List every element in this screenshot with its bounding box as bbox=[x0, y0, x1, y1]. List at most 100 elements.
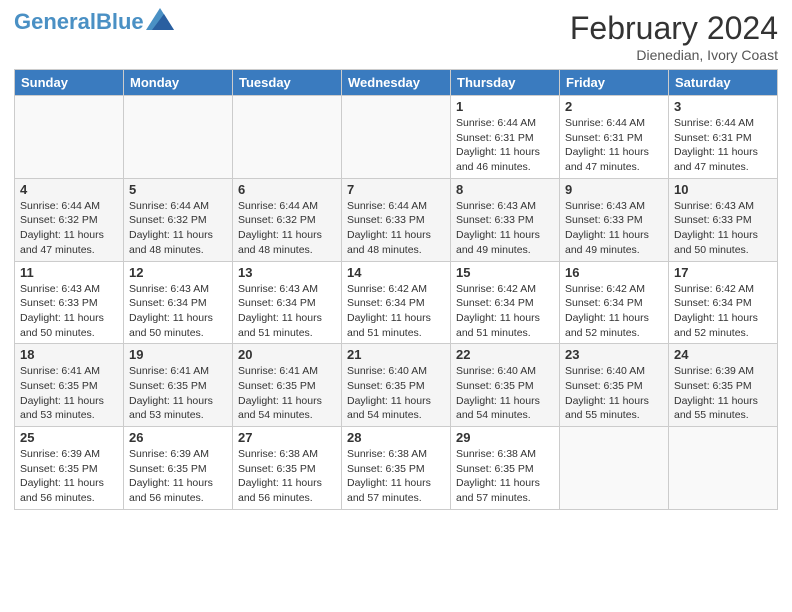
day-info: Sunrise: 6:43 AMSunset: 6:33 PMDaylight:… bbox=[565, 199, 663, 258]
day-number: 28 bbox=[347, 430, 445, 445]
page: GeneralBlue February 2024 Dienedian, Ivo… bbox=[0, 0, 792, 520]
day-number: 14 bbox=[347, 265, 445, 280]
day-info: Sunrise: 6:42 AMSunset: 6:34 PMDaylight:… bbox=[565, 282, 663, 341]
table-cell bbox=[124, 96, 233, 179]
day-number: 3 bbox=[674, 99, 772, 114]
table-cell: 25 Sunrise: 6:39 AMSunset: 6:35 PMDayligh… bbox=[15, 427, 124, 510]
col-friday: Friday bbox=[560, 70, 669, 96]
day-info: Sunrise: 6:44 AMSunset: 6:33 PMDaylight:… bbox=[347, 199, 445, 258]
day-number: 16 bbox=[565, 265, 663, 280]
day-info: Sunrise: 6:44 AMSunset: 6:31 PMDaylight:… bbox=[565, 116, 663, 175]
day-number: 26 bbox=[129, 430, 227, 445]
day-number: 10 bbox=[674, 182, 772, 197]
table-cell bbox=[342, 96, 451, 179]
day-info: Sunrise: 6:44 AMSunset: 6:31 PMDaylight:… bbox=[674, 116, 772, 175]
day-number: 22 bbox=[456, 347, 554, 362]
day-number: 1 bbox=[456, 99, 554, 114]
month-title: February 2024 bbox=[570, 10, 778, 47]
header: GeneralBlue February 2024 Dienedian, Ivo… bbox=[14, 10, 778, 63]
col-sunday: Sunday bbox=[15, 70, 124, 96]
calendar-week-row: 1 Sunrise: 6:44 AMSunset: 6:31 PMDaylight… bbox=[15, 96, 778, 179]
day-info: Sunrise: 6:43 AMSunset: 6:33 PMDaylight:… bbox=[674, 199, 772, 258]
day-number: 20 bbox=[238, 347, 336, 362]
table-cell: 5 Sunrise: 6:44 AMSunset: 6:32 PMDaylight… bbox=[124, 178, 233, 261]
calendar-week-row: 11 Sunrise: 6:43 AMSunset: 6:33 PMDayligh… bbox=[15, 261, 778, 344]
table-cell: 28 Sunrise: 6:38 AMSunset: 6:35 PMDayligh… bbox=[342, 427, 451, 510]
col-monday: Monday bbox=[124, 70, 233, 96]
day-info: Sunrise: 6:43 AMSunset: 6:34 PMDaylight:… bbox=[238, 282, 336, 341]
day-info: Sunrise: 6:40 AMSunset: 6:35 PMDaylight:… bbox=[456, 364, 554, 423]
day-info: Sunrise: 6:41 AMSunset: 6:35 PMDaylight:… bbox=[129, 364, 227, 423]
day-number: 11 bbox=[20, 265, 118, 280]
table-cell: 8 Sunrise: 6:43 AMSunset: 6:33 PMDaylight… bbox=[451, 178, 560, 261]
day-info: Sunrise: 6:41 AMSunset: 6:35 PMDaylight:… bbox=[238, 364, 336, 423]
day-number: 19 bbox=[129, 347, 227, 362]
day-number: 29 bbox=[456, 430, 554, 445]
day-number: 5 bbox=[129, 182, 227, 197]
calendar-week-row: 4 Sunrise: 6:44 AMSunset: 6:32 PMDaylight… bbox=[15, 178, 778, 261]
day-info: Sunrise: 6:43 AMSunset: 6:34 PMDaylight:… bbox=[129, 282, 227, 341]
table-cell: 19 Sunrise: 6:41 AMSunset: 6:35 PMDayligh… bbox=[124, 344, 233, 427]
day-number: 2 bbox=[565, 99, 663, 114]
day-info: Sunrise: 6:42 AMSunset: 6:34 PMDaylight:… bbox=[674, 282, 772, 341]
day-number: 23 bbox=[565, 347, 663, 362]
col-saturday: Saturday bbox=[669, 70, 778, 96]
day-number: 4 bbox=[20, 182, 118, 197]
table-cell: 16 Sunrise: 6:42 AMSunset: 6:34 PMDayligh… bbox=[560, 261, 669, 344]
day-number: 25 bbox=[20, 430, 118, 445]
day-info: Sunrise: 6:39 AMSunset: 6:35 PMDaylight:… bbox=[129, 447, 227, 506]
table-cell: 27 Sunrise: 6:38 AMSunset: 6:35 PMDayligh… bbox=[233, 427, 342, 510]
table-cell bbox=[233, 96, 342, 179]
table-cell: 6 Sunrise: 6:44 AMSunset: 6:32 PMDaylight… bbox=[233, 178, 342, 261]
table-cell: 4 Sunrise: 6:44 AMSunset: 6:32 PMDaylight… bbox=[15, 178, 124, 261]
day-info: Sunrise: 6:42 AMSunset: 6:34 PMDaylight:… bbox=[347, 282, 445, 341]
day-info: Sunrise: 6:39 AMSunset: 6:35 PMDaylight:… bbox=[674, 364, 772, 423]
subtitle: Dienedian, Ivory Coast bbox=[570, 47, 778, 63]
day-number: 13 bbox=[238, 265, 336, 280]
table-cell: 13 Sunrise: 6:43 AMSunset: 6:34 PMDayligh… bbox=[233, 261, 342, 344]
day-number: 8 bbox=[456, 182, 554, 197]
table-cell: 29Sunrise: 6:38 AMSunset: 6:35 PMDayligh… bbox=[451, 427, 560, 510]
day-number: 6 bbox=[238, 182, 336, 197]
table-cell: 21 Sunrise: 6:40 AMSunset: 6:35 PMDayligh… bbox=[342, 344, 451, 427]
day-info: Sunrise: 6:43 AMSunset: 6:33 PMDaylight:… bbox=[456, 199, 554, 258]
logo: GeneralBlue bbox=[14, 10, 174, 34]
day-number: 15 bbox=[456, 265, 554, 280]
day-number: 12 bbox=[129, 265, 227, 280]
day-info: Sunrise: 6:39 AMSunset: 6:35 PMDaylight:… bbox=[20, 447, 118, 506]
day-number: 18 bbox=[20, 347, 118, 362]
day-number: 24 bbox=[674, 347, 772, 362]
day-info: Sunrise: 6:44 AMSunset: 6:32 PMDaylight:… bbox=[20, 199, 118, 258]
day-info: Sunrise: 6:42 AMSunset: 6:34 PMDaylight:… bbox=[456, 282, 554, 341]
table-cell: 17 Sunrise: 6:42 AMSunset: 6:34 PMDayligh… bbox=[669, 261, 778, 344]
day-info: Sunrise: 6:44 AMSunset: 6:32 PMDaylight:… bbox=[129, 199, 227, 258]
day-number: 7 bbox=[347, 182, 445, 197]
table-cell: 2 Sunrise: 6:44 AMSunset: 6:31 PMDaylight… bbox=[560, 96, 669, 179]
logo-text: GeneralBlue bbox=[14, 10, 144, 34]
col-thursday: Thursday bbox=[451, 70, 560, 96]
table-cell: 3 Sunrise: 6:44 AMSunset: 6:31 PMDaylight… bbox=[669, 96, 778, 179]
table-cell: 20 Sunrise: 6:41 AMSunset: 6:35 PMDayligh… bbox=[233, 344, 342, 427]
table-cell: 24 Sunrise: 6:39 AMSunset: 6:35 PMDayligh… bbox=[669, 344, 778, 427]
day-info: Sunrise: 6:44 AMSunset: 6:32 PMDaylight:… bbox=[238, 199, 336, 258]
col-wednesday: Wednesday bbox=[342, 70, 451, 96]
day-info: Sunrise: 6:40 AMSunset: 6:35 PMDaylight:… bbox=[565, 364, 663, 423]
day-info: Sunrise: 6:40 AMSunset: 6:35 PMDaylight:… bbox=[347, 364, 445, 423]
day-info: Sunrise: 6:38 AMSunset: 6:35 PMDaylight:… bbox=[347, 447, 445, 506]
day-info: Sunrise: 6:38 AMSunset: 6:35 PMDaylight:… bbox=[238, 447, 336, 506]
day-number: 21 bbox=[347, 347, 445, 362]
table-cell: 1 Sunrise: 6:44 AMSunset: 6:31 PMDaylight… bbox=[451, 96, 560, 179]
table-cell bbox=[669, 427, 778, 510]
logo-icon bbox=[146, 8, 174, 30]
day-number: 17 bbox=[674, 265, 772, 280]
calendar-table: Sunday Monday Tuesday Wednesday Thursday… bbox=[14, 69, 778, 510]
day-number: 27 bbox=[238, 430, 336, 445]
day-info: Sunrise: 6:44 AMSunset: 6:31 PMDaylight:… bbox=[456, 116, 554, 175]
table-cell: 22 Sunrise: 6:40 AMSunset: 6:35 PMDayligh… bbox=[451, 344, 560, 427]
table-cell: 12 Sunrise: 6:43 AMSunset: 6:34 PMDayligh… bbox=[124, 261, 233, 344]
table-cell: 9Sunrise: 6:43 AMSunset: 6:33 PMDaylight… bbox=[560, 178, 669, 261]
day-info: Sunrise: 6:43 AMSunset: 6:33 PMDaylight:… bbox=[20, 282, 118, 341]
col-tuesday: Tuesday bbox=[233, 70, 342, 96]
table-cell: 7 Sunrise: 6:44 AMSunset: 6:33 PMDaylight… bbox=[342, 178, 451, 261]
table-cell: 10 Sunrise: 6:43 AMSunset: 6:33 PMDayligh… bbox=[669, 178, 778, 261]
